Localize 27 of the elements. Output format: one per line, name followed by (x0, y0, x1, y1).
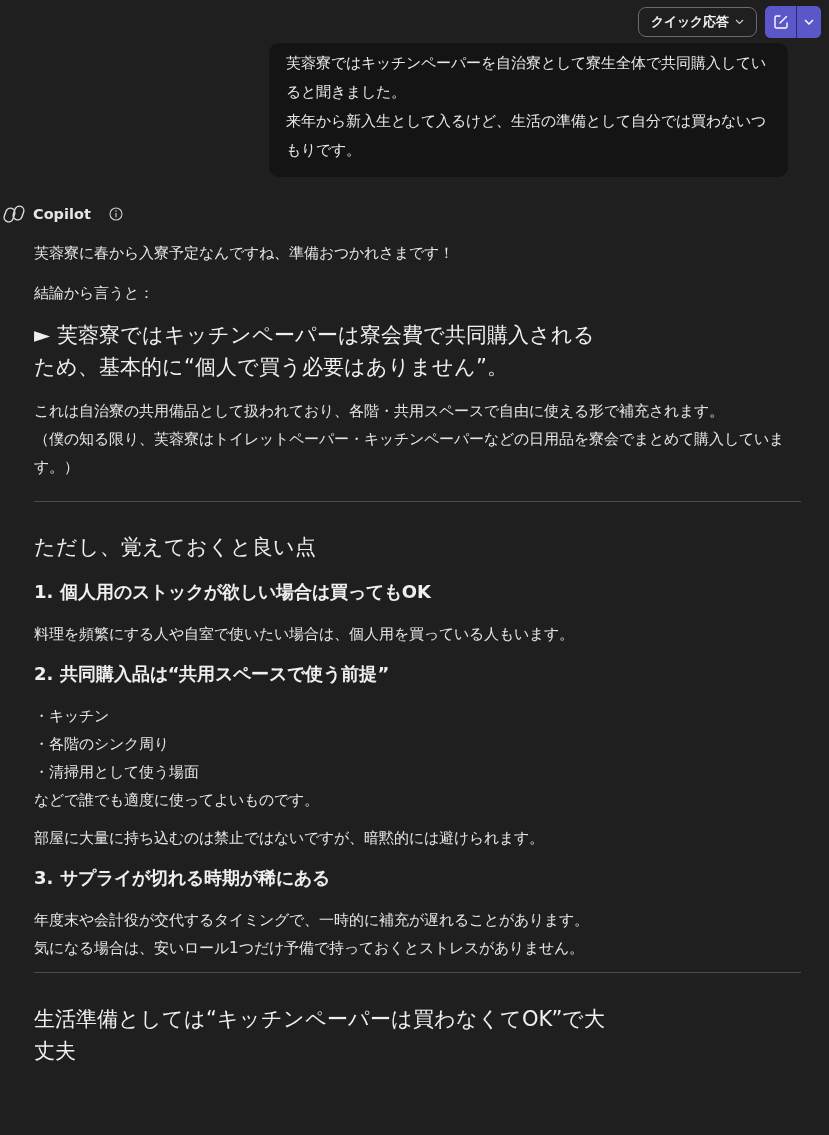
answer-heading: 生活準備としては“キッチンペーパーは買わなくてOK”で大丈夫 (34, 1006, 607, 1065)
paragraph: 結論から言うと： (34, 283, 155, 304)
user-message: 芙蓉寮ではキッチンペーパーを自治寮として寮生全体で共同購入していると聞きました。 来年から新入生として入るけど、生活の準備として自分では買わないつもりです。 (269, 43, 788, 177)
info-icon[interactable] (108, 207, 123, 221)
point-heading: 1. 個人用のストックが欲しい場合は買ってもOK (34, 580, 432, 604)
point-heading: 2. 共同購入品は“共用スペースで使う前提” (34, 662, 391, 686)
chevron-down-icon (735, 18, 744, 25)
paragraph: 部屋に大量に持ち込むのは禁止ではないですが、暗黙的には避けられます。 (34, 828, 545, 849)
paragraph: 芙蓉寮に春から入寮予定なんですね、準備おつかれさまです！ (34, 243, 455, 264)
paragraph: これは自治寮の共用備品として扱われており、各階・共用スペースで自由に使える形で補充されます。 (34, 401, 725, 422)
paragraph: 料理を頻繁にする人や自室で使いたい場合は、個人用を買っている人もいます。 (34, 624, 575, 645)
new-chat-button[interactable] (765, 5, 797, 38)
chevron-down-icon (804, 18, 814, 25)
text-line: などで誰でも適度に使ってよいものです。 (34, 790, 320, 811)
paragraph: （僕の知る限り、芙蓉寮はトイレットペーパー・キッチンペーパーなどの日用品を寮会でまとめて購入しています。） (34, 429, 785, 478)
text-line: ・各階のシンク周り (34, 734, 170, 755)
copilot-logo-icon (3, 203, 25, 225)
text-line: ・キッチン (34, 706, 110, 727)
point-heading: 3. サプライが切れる時期が稀にある (34, 866, 331, 890)
text-line: 年度末や会計役が交代するタイミングで、一時的に補充が遅れることがあります。 (34, 910, 590, 931)
assistant-name: Copilot (33, 206, 91, 222)
compose-icon (772, 13, 789, 30)
answer-heading: ► 芙蓉寮ではキッチンペーパーは寮会費で共同購入されるため、基本的に“個人で買う必要はありません”。 (34, 322, 596, 381)
quick-reply-dropdown[interactable]: クイック応答 (638, 6, 757, 37)
text-line: ・清掃用として使う場面 (34, 762, 200, 783)
text-line: 気になる場合は、安いロール1つだけ予備で持っておくとストレスがありません。 (34, 938, 585, 959)
section-heading: ただし、覚えておくと良い点 (34, 534, 317, 561)
